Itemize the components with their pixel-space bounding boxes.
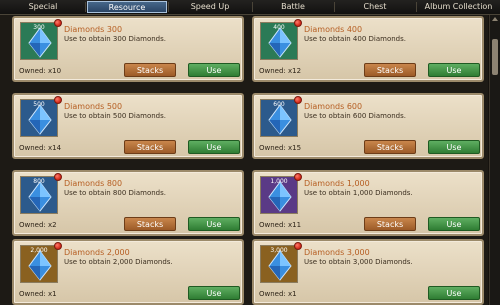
item-card: 1,000 Diamonds 1,000 Use to obtain 1,000… [252,170,484,236]
item-quantity: 300 [33,24,45,31]
item-name: Diamonds 400 [304,25,363,34]
item-icon-frame: 500 [20,99,58,137]
tab-label: Battle [281,2,305,11]
owned-count: Owned: x10 [19,67,62,75]
new-badge [54,242,62,250]
item-icon-frame: 300 [20,22,58,60]
tab-label: Album Collection [424,2,493,11]
item-icon-frame: 600 [260,99,298,137]
tab-chest[interactable]: Chest [335,1,415,13]
stacks-button[interactable]: Stacks [124,63,176,77]
new-badge [294,242,302,250]
item-name: Diamonds 600 [304,102,363,111]
use-button[interactable]: Use [428,217,480,231]
scroll-thumb[interactable] [492,39,498,75]
tab-battle[interactable]: Battle [253,1,333,13]
item-icon-frame: 400 [260,22,298,60]
scrollbar[interactable] [489,15,500,305]
use-button[interactable]: Use [188,217,240,231]
new-badge [54,96,62,104]
item-name: Diamonds 500 [64,102,123,111]
owned-count: Owned: x15 [259,144,302,152]
item-card: 3,000 Diamonds 3,000 Use to obtain 3,000… [252,239,484,305]
item-name: Diamonds 2,000 [64,248,130,257]
item-card: 400 Diamonds 400 Use to obtain 400 Diamo… [252,16,484,82]
item-card: 500 Diamonds 500 Use to obtain 500 Diamo… [12,93,244,159]
item-quantity: 800 [33,178,45,185]
item-icon-frame: 1,000 [260,176,298,214]
tab-label: Speed Up [190,2,230,11]
tab-resource[interactable]: Resource [87,1,167,13]
use-button[interactable]: Use [188,140,240,154]
item-card: 2,000 Diamonds 2,000 Use to obtain 2,000… [12,239,244,305]
tab-label: Chest [363,2,387,11]
new-badge [294,96,302,104]
tab-bar: Special Resource Speed Up Battle Chest A… [0,0,500,15]
item-icon-frame: 2,000 [20,245,58,283]
item-description: Use to obtain 800 Diamonds. [64,189,166,197]
stacks-button[interactable]: Stacks [124,217,176,231]
use-button[interactable]: Use [428,63,480,77]
item-description: Use to obtain 500 Diamonds. [64,112,166,120]
item-quantity: 600 [273,101,285,108]
tab-divider [85,2,86,12]
item-icon-frame: 3,000 [260,245,298,283]
owned-count: Owned: x12 [259,67,302,75]
owned-count: Owned: x11 [259,221,302,229]
item-quantity: 500 [33,101,45,108]
use-button[interactable]: Use [188,63,240,77]
item-description: Use to obtain 600 Diamonds. [304,112,406,120]
item-icon-frame: 800 [20,176,58,214]
item-grid: 300 Diamonds 300 Use to obtain 300 Diamo… [0,15,488,305]
item-quantity: 1,000 [270,178,288,185]
stacks-button[interactable]: Stacks [364,140,416,154]
stacks-button[interactable]: Stacks [364,63,416,77]
new-badge [294,173,302,181]
item-name: Diamonds 1,000 [304,179,370,188]
tab-album-collection[interactable]: Album Collection [417,1,500,13]
stacks-button[interactable]: Stacks [124,140,176,154]
item-description: Use to obtain 300 Diamonds. [64,35,166,43]
item-quantity: 3,000 [270,247,288,254]
owned-count: Owned: x1 [19,290,57,298]
item-description: Use to obtain 2,000 Diamonds. [64,258,173,266]
new-badge [54,173,62,181]
item-card: 300 Diamonds 300 Use to obtain 300 Diamo… [12,16,244,82]
item-description: Use to obtain 400 Diamonds. [304,35,406,43]
item-card: 600 Diamonds 600 Use to obtain 600 Diamo… [252,93,484,159]
item-description: Use to obtain 1,000 Diamonds. [304,189,413,197]
item-name: Diamonds 300 [64,25,123,34]
owned-count: Owned: x2 [19,221,57,229]
tab-special[interactable]: Special [2,1,84,13]
item-name: Diamonds 800 [64,179,123,188]
tab-label: Resource [108,3,146,12]
item-name: Diamonds 3,000 [304,248,370,257]
item-quantity: 400 [273,24,285,31]
item-card: 800 Diamonds 800 Use to obtain 800 Diamo… [12,170,244,236]
item-description: Use to obtain 3,000 Diamonds. [304,258,413,266]
new-badge [54,19,62,27]
use-button[interactable]: Use [188,286,240,300]
new-badge [294,19,302,27]
use-button[interactable]: Use [428,286,480,300]
stacks-button[interactable]: Stacks [364,217,416,231]
use-button[interactable]: Use [428,140,480,154]
owned-count: Owned: x14 [19,144,62,152]
tab-speed-up[interactable]: Speed Up [169,1,251,13]
item-quantity: 2,000 [30,247,48,254]
owned-count: Owned: x1 [259,290,297,298]
scroll-up-arrow-icon[interactable] [492,17,498,21]
tab-label: Special [28,2,58,11]
